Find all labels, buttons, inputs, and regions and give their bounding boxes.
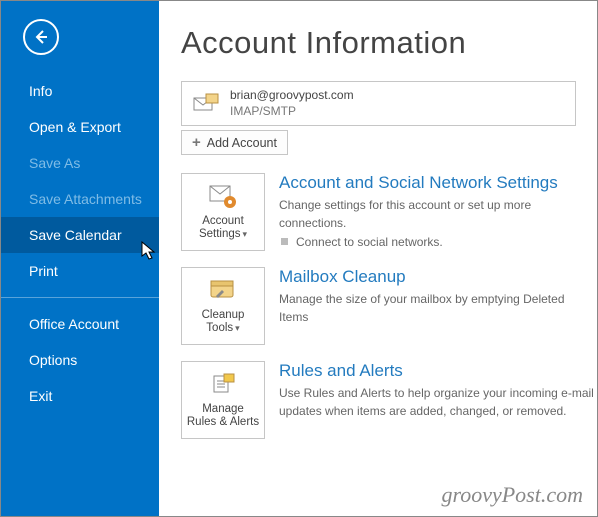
sidebar-separator xyxy=(1,297,159,298)
card-desc-social: Change settings for this account or set … xyxy=(279,197,597,232)
card-title-social: Account and Social Network Settings xyxy=(279,173,597,193)
tile-account-settings[interactable]: Account Settings▾ xyxy=(181,173,265,251)
add-account-button[interactable]: + Add Account xyxy=(181,130,288,155)
sidebar-item-info[interactable]: Info xyxy=(1,73,159,109)
sidebar-item-save-calendar[interactable]: Save Calendar xyxy=(1,217,159,253)
rules-alerts-icon xyxy=(207,371,239,399)
back-button[interactable] xyxy=(23,19,59,55)
card-desc-rules: Use Rules and Alerts to help organize yo… xyxy=(279,385,597,420)
bullet-connect-social[interactable]: Connect to social networks. xyxy=(279,235,597,249)
sidebar-item-open-export[interactable]: Open & Export xyxy=(1,109,159,145)
tile-label: Account Settings xyxy=(199,215,244,240)
bullet-text: Connect to social networks. xyxy=(296,235,443,249)
chevron-down-icon: ▾ xyxy=(235,323,240,333)
sidebar-item-exit[interactable]: Exit xyxy=(1,378,159,414)
card-title-cleanup: Mailbox Cleanup xyxy=(279,267,597,287)
content-pane: Account Information brian@groovypost.com… xyxy=(159,1,597,516)
tile-label: Manage Rules & Alerts xyxy=(186,403,260,429)
card-title-rules: Rules and Alerts xyxy=(279,361,597,381)
account-settings-icon xyxy=(207,183,239,211)
tile-cleanup-tools[interactable]: Cleanup Tools▾ xyxy=(181,267,265,345)
plus-icon: + xyxy=(192,135,201,150)
sidebar-item-office-account[interactable]: Office Account xyxy=(1,306,159,342)
bullet-icon xyxy=(281,238,288,245)
sidebar-item-options[interactable]: Options xyxy=(1,342,159,378)
sidebar-item-save-as: Save As xyxy=(1,145,159,181)
account-protocol: IMAP/SMTP xyxy=(230,104,354,120)
sidebar-item-save-attachments: Save Attachments xyxy=(1,181,159,217)
card-rules-alerts: Manage Rules & Alerts Rules and Alerts U… xyxy=(181,361,597,439)
card-mailbox-cleanup: Cleanup Tools▾ Mailbox Cleanup Manage th… xyxy=(181,267,597,345)
account-email: brian@groovypost.com xyxy=(230,88,354,104)
page-title: Account Information xyxy=(181,25,597,61)
card-desc-cleanup: Manage the size of your mailbox by empty… xyxy=(279,291,597,326)
arrow-left-icon xyxy=(32,28,50,46)
tile-manage-rules[interactable]: Manage Rules & Alerts xyxy=(181,361,265,439)
account-selector[interactable]: brian@groovypost.com IMAP/SMTP xyxy=(181,81,576,126)
add-account-label: Add Account xyxy=(207,136,277,150)
chevron-down-icon: ▾ xyxy=(243,229,248,239)
backstage-sidebar: Info Open & Export Save As Save Attachme… xyxy=(1,1,159,516)
sidebar-item-print[interactable]: Print xyxy=(1,253,159,289)
card-account-settings: Account Settings▾ Account and Social Net… xyxy=(181,173,597,251)
cleanup-tools-icon xyxy=(207,277,239,305)
mail-account-icon xyxy=(192,92,220,116)
